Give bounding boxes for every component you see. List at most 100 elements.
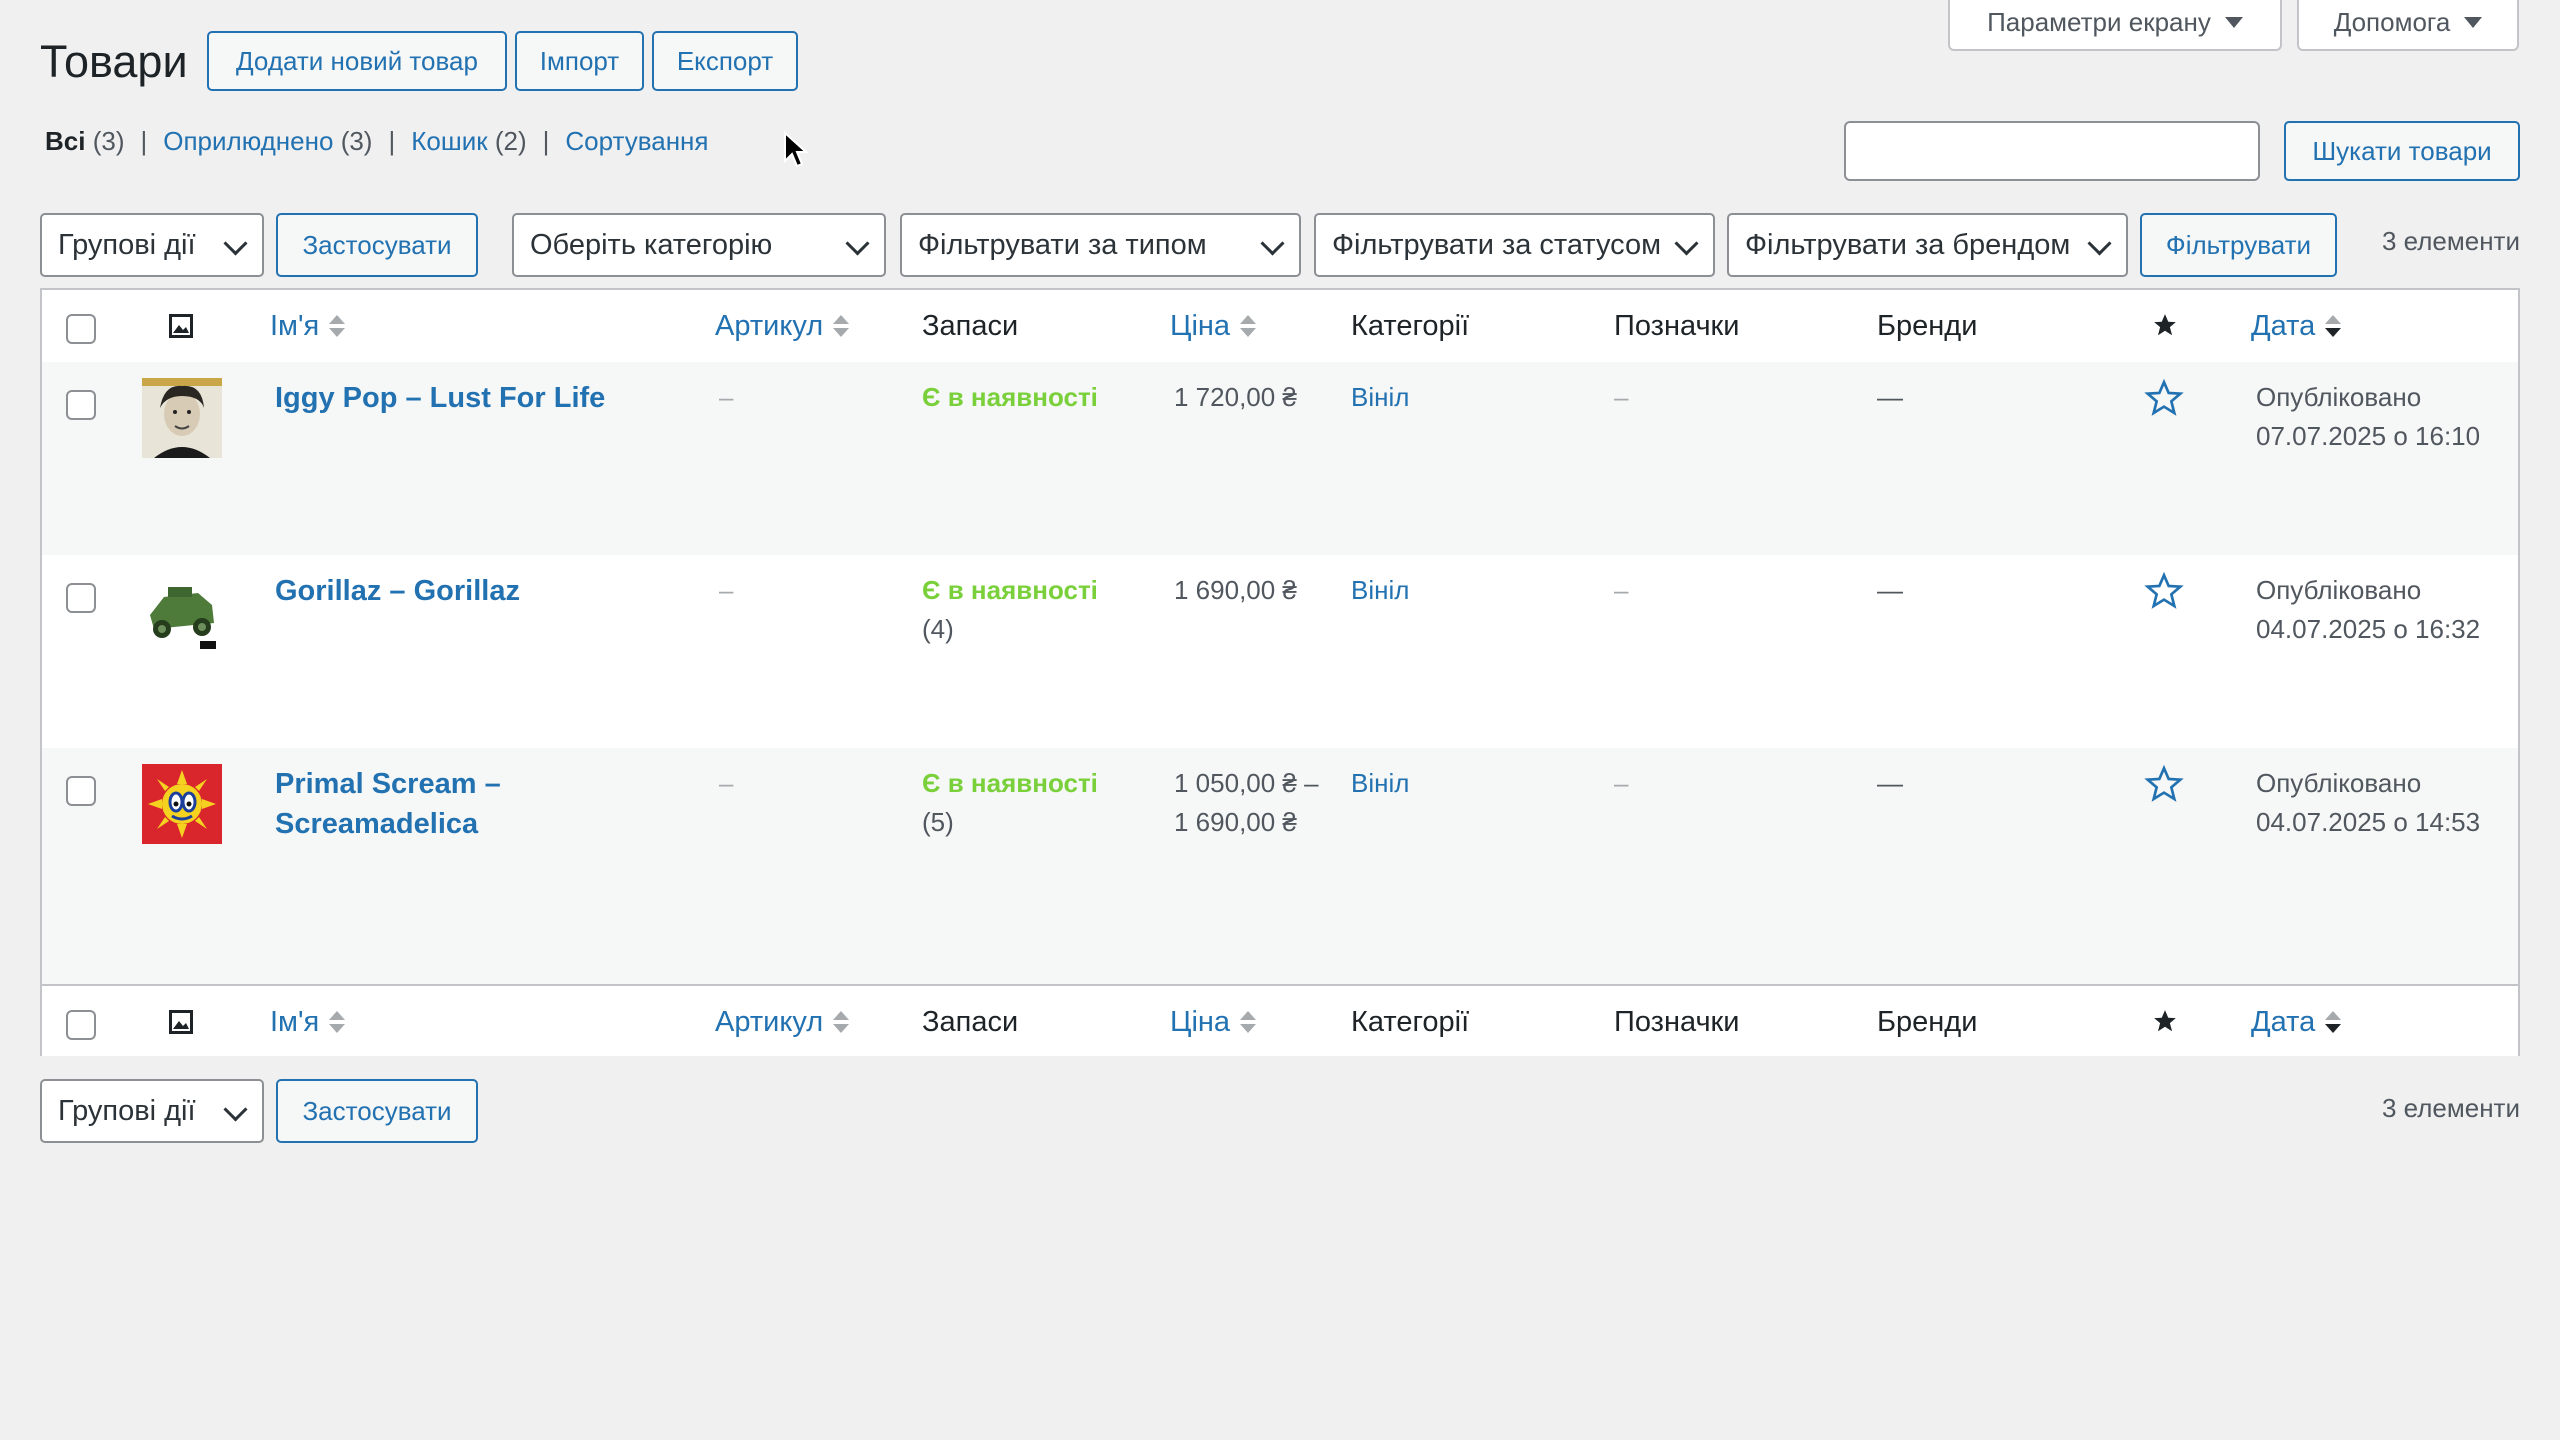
- product-date: Опубліковано 04.07.2025 о 14:53: [2256, 764, 2516, 842]
- column-name[interactable]: Ім'я: [270, 306, 346, 346]
- product-name-link[interactable]: Gorillaz – Gorillaz: [275, 571, 520, 611]
- featured-star-icon: [2154, 1010, 2176, 1032]
- column-price[interactable]: Ціна: [1170, 1002, 1257, 1042]
- chevron-down-icon: [223, 231, 248, 256]
- category-value: Оберіть категорію: [530, 228, 773, 261]
- view-sorting[interactable]: Сортування: [565, 126, 708, 157]
- column-date[interactable]: Дата: [2251, 306, 2342, 346]
- view-published[interactable]: Оприлюднено (3): [163, 126, 372, 157]
- sort-icon: [833, 1011, 850, 1033]
- separator: |: [542, 126, 550, 156]
- row-checkbox[interactable]: [66, 583, 96, 613]
- column-date-label: Дата: [2251, 310, 2316, 342]
- iggy-pop-cover-thumbnail[interactable]: [142, 378, 222, 458]
- status-filter-select[interactable]: Фільтрувати за статусом: [1314, 213, 1715, 277]
- view-published-label: Оприлюднено: [163, 126, 334, 156]
- view-all-label: Всі: [45, 126, 86, 156]
- stock-status: Є в наявності: [922, 768, 1098, 798]
- bulk-actions-select[interactable]: Групові дії: [40, 213, 264, 277]
- view-trash-label: Кошик: [411, 126, 488, 156]
- column-stock: Запаси: [922, 310, 1019, 342]
- column-date-label: Дата: [2251, 1006, 2316, 1038]
- column-name-label: Ім'я: [270, 1006, 320, 1038]
- stock-status: Є в наявності: [922, 575, 1098, 605]
- product-sku: –: [719, 382, 734, 412]
- stock-count: (5): [922, 807, 954, 837]
- featured-star-outline-icon[interactable]: [2144, 378, 2184, 418]
- featured-star-outline-icon[interactable]: [2144, 571, 2184, 611]
- product-name-link[interactable]: Primal Scream – Screamadelica: [275, 764, 535, 844]
- row-checkbox[interactable]: [66, 776, 96, 806]
- column-name[interactable]: Ім'я: [270, 1002, 346, 1042]
- column-sku-label: Артикул: [715, 1006, 824, 1038]
- select-all-checkbox[interactable]: [66, 314, 96, 344]
- screamadelica-cover-thumbnail[interactable]: [142, 764, 222, 844]
- help-tab[interactable]: Допомога: [2297, 0, 2519, 51]
- row-checkbox[interactable]: [66, 390, 96, 420]
- select-all-checkbox[interactable]: [66, 1010, 96, 1040]
- bulk-actions-select-bottom[interactable]: Групові дії: [40, 1079, 264, 1143]
- view-trash[interactable]: Кошик (2): [411, 126, 526, 157]
- column-price-label: Ціна: [1170, 1006, 1231, 1038]
- brand-filter-select[interactable]: Фільтрувати за брендом: [1727, 213, 2128, 277]
- chevron-down-icon: [845, 231, 870, 256]
- apply-button[interactable]: Застосувати: [276, 213, 478, 277]
- product-category-link[interactable]: Вініл: [1351, 378, 1409, 417]
- sort-icon: [329, 1011, 346, 1033]
- column-categories: Категорії: [1351, 310, 1470, 342]
- separator: |: [388, 126, 396, 156]
- search-input[interactable]: [1844, 121, 2260, 181]
- product-brands: —: [1877, 575, 1903, 605]
- stock-status: Є в наявності: [922, 382, 1098, 412]
- date-status: Опубліковано: [2256, 382, 2422, 412]
- bulk-actions-value: Групові дії: [58, 1094, 196, 1127]
- column-sku[interactable]: Артикул: [715, 1002, 850, 1042]
- category-select[interactable]: Оберіть категорію: [512, 213, 886, 277]
- screen-options-tab[interactable]: Параметри екрану: [1948, 0, 2282, 51]
- chevron-down-icon: [1674, 231, 1699, 256]
- items-count-bottom: 3 елементи: [2381, 1093, 2520, 1123]
- column-stock: Запаси: [922, 1006, 1019, 1038]
- help-label: Допомога: [2333, 7, 2451, 37]
- type-filter-select[interactable]: Фільтрувати за типом: [900, 213, 1301, 277]
- column-price[interactable]: Ціна: [1170, 306, 1257, 346]
- date-value: 04.07.2025 о 16:32: [2256, 614, 2481, 644]
- caret-down-icon: [2464, 17, 2483, 28]
- column-date[interactable]: Дата: [2251, 1002, 2342, 1042]
- product-tags: –: [1614, 575, 1629, 605]
- apply-button-bottom[interactable]: Застосувати: [276, 1079, 478, 1143]
- search-products-button[interactable]: Шукати товари: [2284, 121, 2520, 181]
- product-sku: –: [719, 575, 734, 605]
- product-tags: –: [1614, 382, 1629, 412]
- filter-button[interactable]: Фільтрувати: [2140, 213, 2337, 277]
- image-icon: [169, 314, 193, 338]
- import-button[interactable]: Імпорт: [515, 31, 644, 91]
- view-all[interactable]: Всі (3): [45, 126, 124, 157]
- gorillaz-cover-thumbnail[interactable]: [142, 571, 222, 651]
- add-new-product-button[interactable]: Додати новий товар: [207, 31, 507, 91]
- sort-desc-icon: [2325, 1011, 2342, 1033]
- page-title: Товари: [40, 36, 188, 87]
- product-sku: –: [719, 768, 734, 798]
- product-brands: —: [1877, 768, 1903, 798]
- product-name-link[interactable]: Iggy Pop – Lust For Life: [275, 378, 605, 418]
- product-stock: Є в наявності: [922, 378, 1122, 417]
- view-all-count: (3): [92, 126, 125, 156]
- view-trash-count: (2): [494, 126, 527, 156]
- chevron-down-icon: [1260, 231, 1285, 256]
- product-category-link[interactable]: Вініл: [1351, 571, 1409, 610]
- chevron-down-icon: [2087, 231, 2112, 256]
- column-sku[interactable]: Артикул: [715, 306, 850, 346]
- views-filter: Всі (3) | Оприлюднено (3) | Кошик (2) | …: [45, 126, 709, 157]
- product-category-link[interactable]: Вініл: [1351, 764, 1409, 803]
- featured-star-outline-icon[interactable]: [2144, 764, 2184, 804]
- export-button[interactable]: Експорт: [652, 31, 798, 91]
- chevron-down-icon: [223, 1097, 248, 1122]
- column-brands: Бренди: [1877, 1006, 1978, 1038]
- stock-count: (4): [922, 614, 954, 644]
- table-row: Gorillaz – Gorillaz – Є в наявності (4) …: [42, 555, 2518, 748]
- caret-down-icon: [2224, 17, 2243, 28]
- type-filter-value: Фільтрувати за типом: [918, 228, 1207, 261]
- table-row: Iggy Pop – Lust For Life – Є в наявності…: [42, 362, 2518, 555]
- mouse-cursor-icon: [784, 131, 809, 168]
